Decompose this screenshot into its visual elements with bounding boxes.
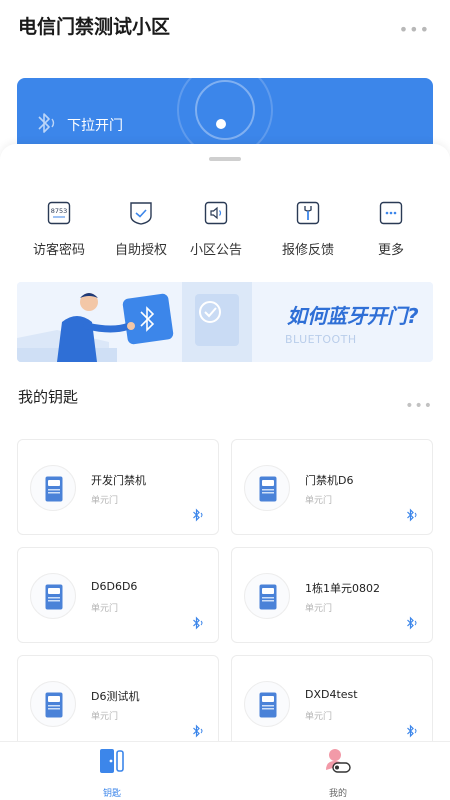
quick-action-announcement[interactable]: 小区公告 (176, 201, 256, 258)
key-type: 单元门 (91, 604, 119, 614)
pulse-dot (216, 119, 226, 129)
repair-wrench-icon (296, 201, 320, 225)
ellipsis-icon[interactable]: ••• (399, 20, 430, 39)
key-name: D6D6D6 (91, 580, 138, 593)
door-panel-icon (244, 681, 290, 727)
quick-action-label: 访客密码 (32, 243, 85, 258)
key-type: 单元门 (305, 712, 333, 722)
bluetooth-icon[interactable] (405, 724, 419, 738)
bluetooth-icon[interactable] (191, 724, 205, 738)
key-type: 单元门 (305, 496, 333, 506)
key-door-icon (100, 749, 124, 773)
visitor-password-icon: 8753 (47, 201, 71, 225)
announcement-speaker-icon (204, 201, 228, 225)
tab-label: 钥匙 (102, 789, 121, 799)
page-title: 电信门禁测试小区 (18, 16, 171, 38)
key-card[interactable]: D6测试机 单元门 (17, 655, 219, 751)
quick-action-label: 自助授权 (114, 243, 167, 258)
bluetooth-guide-banner[interactable]: 如何蓝牙开门? BLUETOOTH (17, 282, 433, 362)
quick-action-label: 小区公告 (189, 243, 242, 258)
door-panel-icon (30, 465, 76, 511)
quick-action-repair-feedback[interactable]: 报修反馈 (268, 201, 348, 258)
bottom-sheet: 8753 访客密码 自助授权 小区公告 报修反馈 更多 如何蓝牙开门? BLUE… (0, 144, 450, 754)
bluetooth-icon[interactable] (191, 508, 205, 522)
key-type: 单元门 (91, 496, 119, 506)
more-dots-icon (379, 201, 403, 225)
promo-title: 如何蓝牙开门? (287, 304, 419, 328)
key-card[interactable]: 1栋1单元0802 单元门 (231, 547, 433, 643)
quick-action-self-authorize[interactable]: 自助授权 (101, 201, 181, 258)
quick-action-label: 报修反馈 (281, 243, 334, 258)
door-panel-icon (30, 681, 76, 727)
pull-to-open-label: 下拉开门 (67, 118, 123, 134)
svg-text:8753: 8753 (51, 207, 68, 215)
key-name: D6测试机 (91, 690, 140, 703)
bluetooth-icon[interactable] (405, 616, 419, 630)
key-name: 开发门禁机 (91, 474, 146, 487)
door-panel-icon (30, 573, 76, 619)
key-card[interactable]: 开发门禁机 单元门 (17, 439, 219, 535)
key-name: 1栋1单元0802 (305, 582, 380, 595)
bluetooth-icon[interactable] (191, 616, 205, 630)
pulse-ring (195, 80, 255, 140)
drag-handle[interactable] (209, 157, 241, 161)
tab-label: 我的 (328, 789, 347, 799)
key-type: 单元门 (305, 604, 333, 614)
quick-action-more[interactable]: 更多 (351, 201, 431, 258)
authorize-check-icon (130, 202, 152, 225)
key-name: DXD4test (305, 688, 358, 701)
promo-subtitle: BLUETOOTH (285, 333, 357, 346)
bottom-tab-bar: 钥匙 我的 (0, 741, 450, 800)
bluetooth-icon[interactable] (405, 508, 419, 522)
bluetooth-icon (38, 113, 55, 133)
app-header: 电信门禁测试小区 ••• (0, 0, 450, 60)
key-name: 门禁机D6 (305, 474, 354, 487)
tab-profile[interactable]: 我的 (298, 742, 378, 800)
quick-action-visitor-password[interactable]: 8753 访客密码 (19, 201, 99, 258)
key-card[interactable]: 门禁机D6 单元门 (231, 439, 433, 535)
key-card[interactable]: DXD4test 单元门 (231, 655, 433, 751)
quick-action-label: 更多 (377, 243, 404, 258)
key-card[interactable]: D6D6D6 单元门 (17, 547, 219, 643)
key-type: 单元门 (91, 712, 119, 722)
my-keys-title: 我的钥匙 (18, 388, 79, 406)
tab-keys[interactable]: 钥匙 (72, 742, 152, 800)
door-panel-icon (244, 465, 290, 511)
profile-icon (326, 749, 351, 773)
ellipsis-icon[interactable]: ••• (405, 398, 433, 414)
door-panel-icon (244, 573, 290, 619)
